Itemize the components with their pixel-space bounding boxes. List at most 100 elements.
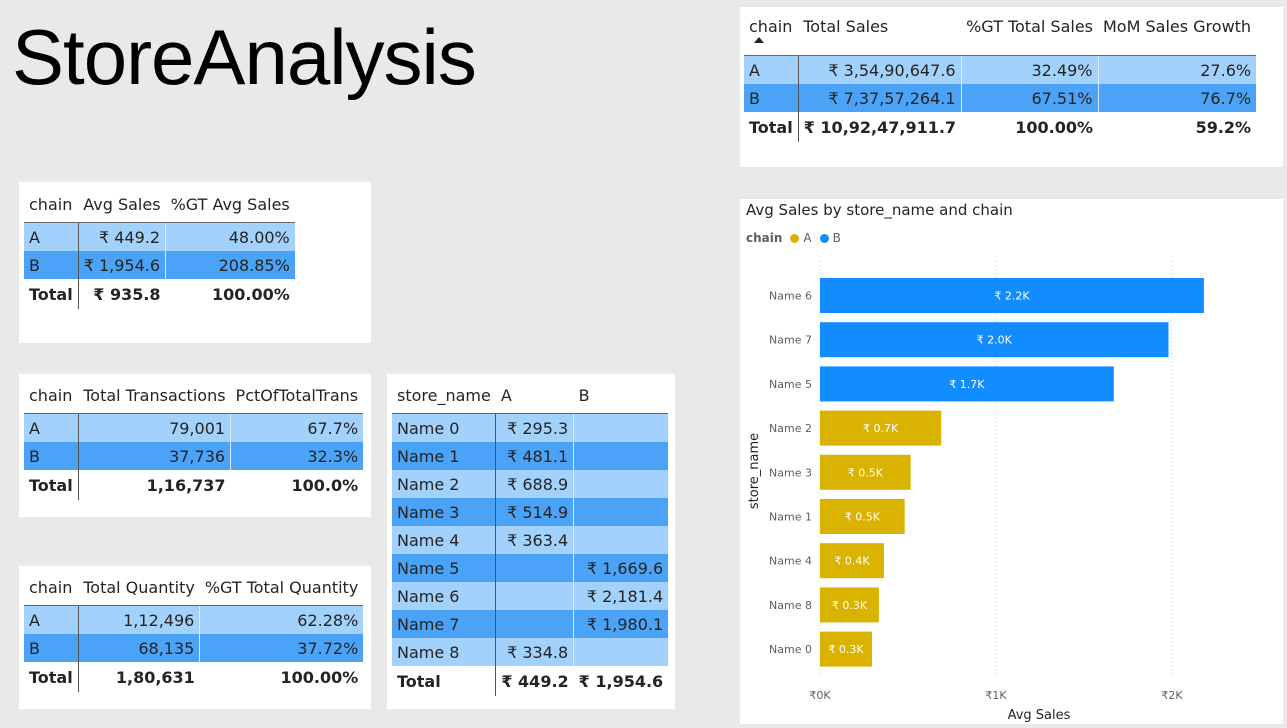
- data-label: ₹ 0.7K: [863, 422, 899, 435]
- column-header-chain[interactable]: chain: [744, 11, 799, 56]
- column-header-pct-of-total-trans[interactable]: PctOfTotalTrans: [230, 377, 364, 414]
- cell-total-label: Total: [744, 112, 799, 142]
- transactions-table-card: chain Total Transactions PctOfTotalTrans…: [19, 374, 371, 517]
- cell-total-gt: 100.00%: [961, 112, 1098, 142]
- y-axis-title: store_name: [747, 433, 762, 509]
- y-tick-label: Name 4: [769, 555, 812, 568]
- cell-chain-b: ₹ 2,181.4: [573, 582, 669, 610]
- cell-gt-avg-sales: 48.00%: [165, 222, 295, 251]
- y-tick-label: Name 5: [769, 378, 812, 391]
- table-total-row: Total ₹ 10,92,47,911.7 100.00% 59.2%: [744, 112, 1257, 142]
- table-row[interactable]: Name 4 ₹ 363.4: [392, 526, 669, 554]
- y-tick-label: Name 2: [769, 422, 812, 435]
- cell-store-name: Name 3: [392, 498, 497, 526]
- data-label: ₹ 0.3K: [828, 643, 864, 656]
- y-tick-label: Name 8: [769, 599, 812, 612]
- cell-chain-b: [573, 413, 669, 442]
- column-header-chain[interactable]: chain: [24, 377, 79, 414]
- cell-chain-b: [573, 638, 669, 666]
- column-header-gt-total-sales[interactable]: %GT Total Sales: [961, 11, 1098, 56]
- table-row[interactable]: Name 1 ₹ 481.1: [392, 442, 669, 470]
- total-sales-table: chain Total Sales %GT Total Sales MoM Sa…: [744, 11, 1257, 142]
- cell-store-name: Name 0: [392, 413, 497, 442]
- column-header-chain[interactable]: chain: [24, 569, 79, 606]
- y-tick-label: Name 0: [769, 643, 812, 656]
- column-header-chain-b[interactable]: B: [573, 377, 669, 414]
- table-header-row: chain Avg Sales %GT Avg Sales: [24, 186, 295, 223]
- cell-store-name: Name 5: [392, 554, 497, 582]
- cell-store-name: Name 7: [392, 610, 497, 638]
- cell-chain: A: [24, 413, 79, 442]
- cell-chain-a: ₹ 363.4: [495, 526, 575, 554]
- cell-pct-of-total: 67.7%: [230, 413, 364, 442]
- column-header-avg-sales[interactable]: Avg Sales: [78, 186, 166, 223]
- table-row[interactable]: Name 3 ₹ 514.9: [392, 498, 669, 526]
- cell-total-pct: 100.0%: [230, 470, 364, 500]
- cell-chain-a: [495, 610, 575, 638]
- column-header-gt-avg-sales[interactable]: %GT Avg Sales: [165, 186, 295, 223]
- cell-avg-sales: ₹ 449.2: [78, 222, 167, 251]
- cell-mom-growth: 27.6%: [1098, 55, 1257, 84]
- quantity-table-card: chain Total Quantity %GT Total Quantity …: [19, 566, 371, 709]
- table-header-row: chain Total Transactions PctOfTotalTrans: [24, 377, 364, 414]
- column-header-total-sales[interactable]: Total Sales: [798, 11, 962, 56]
- avg-sales-table-card: chain Avg Sales %GT Avg Sales A ₹ 449.2 …: [19, 182, 371, 343]
- cell-chain-a: ₹ 514.9: [495, 498, 575, 526]
- table-total-row: Total ₹ 935.8 100.00%: [24, 279, 295, 309]
- cell-chain-b: [573, 470, 669, 498]
- cell-chain-b: [573, 526, 669, 554]
- cell-total-label: Total: [24, 470, 79, 500]
- cell-chain: B: [24, 634, 79, 662]
- data-label: ₹ 2.2K: [994, 290, 1030, 303]
- table-row[interactable]: A 79,001 67.7%: [24, 413, 364, 442]
- column-header-mom-sales-growth[interactable]: MoM Sales Growth: [1098, 11, 1257, 56]
- column-header-gt-total-quantity[interactable]: %GT Total Quantity: [199, 569, 364, 606]
- cell-total-gt: 100.00%: [199, 662, 364, 692]
- table-row[interactable]: Name 5 ₹ 1,669.6: [392, 554, 669, 582]
- sort-ascending-icon[interactable]: [754, 37, 764, 43]
- table-row[interactable]: Name 2 ₹ 688.9: [392, 470, 669, 498]
- cell-chain: A: [744, 55, 799, 84]
- column-header-store-name[interactable]: store_name: [392, 377, 496, 414]
- column-header-chain-a[interactable]: A: [495, 377, 574, 414]
- bar-chart: ₹0K ₹1K ₹2K Avg Sales store_name Name 6 ₹ 2.2K…: [747, 261, 1204, 723]
- x-tick-label: ₹1K: [985, 689, 1007, 702]
- table-row[interactable]: B 37,736 32.3%: [24, 442, 364, 470]
- cell-total-label: Total: [24, 279, 79, 309]
- y-tick-label: Name 3: [769, 466, 812, 479]
- table-row[interactable]: A 1,12,496 62.28%: [24, 605, 364, 634]
- table-total-row: Total 1,80,631 100.00%: [24, 662, 364, 692]
- cell-total-quantity: 1,12,496: [78, 605, 201, 634]
- data-label: ₹ 1.7K: [949, 378, 985, 391]
- data-label: ₹ 0.3K: [832, 599, 868, 612]
- cell-total-quantity: 68,135: [78, 634, 201, 662]
- column-header-chain[interactable]: chain: [24, 186, 79, 223]
- table-row[interactable]: Name 6 ₹ 2,181.4: [392, 582, 669, 610]
- cell-store-name: Name 4: [392, 526, 497, 554]
- cell-total-label: Total: [392, 666, 497, 696]
- data-label: ₹ 2.0K: [977, 334, 1013, 347]
- cell-total-sales: ₹ 3,54,90,647.6: [798, 55, 962, 84]
- table-row[interactable]: Name 0 ₹ 295.3: [392, 413, 669, 442]
- table-row[interactable]: Name 8 ₹ 334.8: [392, 638, 669, 666]
- table-row[interactable]: B ₹ 7,37,57,264.1 67.51% 76.7%: [744, 84, 1257, 112]
- cell-gt-total-quantity: 62.28%: [199, 605, 364, 634]
- cell-total-quantity: 1,80,631: [78, 662, 200, 692]
- quantity-table: chain Total Quantity %GT Total Quantity …: [24, 569, 364, 692]
- table-row[interactable]: A ₹ 3,54,90,647.6 32.49% 27.6%: [744, 55, 1257, 84]
- cell-gt-total-quantity: 37.72%: [199, 634, 364, 662]
- table-row[interactable]: Name 7 ₹ 1,980.1: [392, 610, 669, 638]
- cell-chain: B: [744, 84, 799, 112]
- column-header-total-quantity[interactable]: Total Quantity: [78, 569, 200, 606]
- table-row[interactable]: A ₹ 449.2 48.00%: [24, 222, 295, 251]
- table-row[interactable]: B 68,135 37.72%: [24, 634, 364, 662]
- cell-gt-total-sales: 32.49%: [961, 55, 1099, 84]
- cell-total-transactions: 79,001: [78, 413, 232, 442]
- cell-store-name: Name 6: [392, 582, 497, 610]
- cell-chain-a: ₹ 481.1: [495, 442, 575, 470]
- cell-total-transactions: 1,16,737: [78, 470, 231, 500]
- column-header-total-transactions[interactable]: Total Transactions: [78, 377, 231, 414]
- cell-chain: A: [24, 222, 79, 251]
- cell-total-sales: ₹ 10,92,47,911.7: [798, 112, 962, 142]
- table-row[interactable]: B ₹ 1,954.6 208.85%: [24, 251, 295, 279]
